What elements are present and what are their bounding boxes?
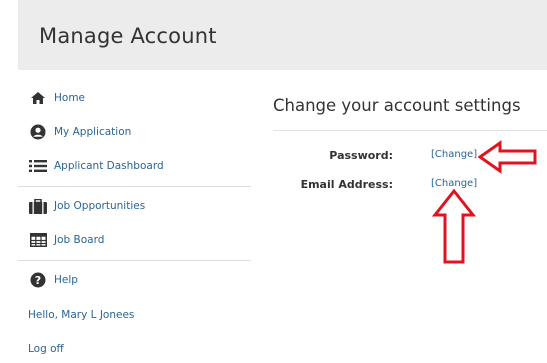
table-icon xyxy=(29,232,47,248)
annotation-arrow-left-icon xyxy=(478,140,537,174)
greeting-link[interactable]: Hello, Mary L Jonees xyxy=(18,301,251,329)
greeting-text: Hello, Mary L Jonees xyxy=(28,309,135,321)
change-email-link[interactable]: [Change] xyxy=(431,178,477,189)
logoff-label: Log off xyxy=(28,343,64,355)
section-divider xyxy=(273,130,547,131)
change-password-link[interactable]: [Change] xyxy=(431,149,477,160)
list-icon xyxy=(29,158,47,174)
sidebar-item-applicant-dashboard[interactable]: Applicant Dashboard xyxy=(18,152,251,180)
password-label: Password: xyxy=(329,149,393,162)
page-title: Manage Account xyxy=(39,24,217,48)
sidebar-item-job-opportunities[interactable]: Job Opportunities xyxy=(18,192,251,220)
email-label: Email Address: xyxy=(300,178,393,191)
annotation-arrow-up-icon xyxy=(432,189,476,264)
help-circle-icon: ? xyxy=(29,272,47,288)
sidebar-item-my-application[interactable]: My Application xyxy=(18,118,251,146)
sidebar-item-label: My Application xyxy=(54,126,132,138)
briefcase-icon xyxy=(29,198,47,214)
home-icon xyxy=(29,90,47,106)
sidebar-item-help[interactable]: ? Help xyxy=(18,266,251,294)
sidebar-item-label: Job Opportunities xyxy=(54,200,146,212)
section-title: Change your account settings xyxy=(273,96,521,115)
sidebar-item-job-board[interactable]: Job Board xyxy=(18,226,251,254)
sidebar-item-label: Job Board xyxy=(54,234,105,246)
sidebar-item-label: Applicant Dashboard xyxy=(54,160,164,172)
sidebar-item-label: Help xyxy=(54,274,78,286)
page-header: Manage Account xyxy=(18,0,547,70)
sidebar-item-home[interactable]: Home xyxy=(18,84,251,112)
sidebar-divider xyxy=(18,186,251,187)
user-circle-icon xyxy=(29,124,47,140)
sidebar-item-label: Home xyxy=(54,92,86,104)
sidebar-divider xyxy=(18,260,251,261)
svg-text:?: ? xyxy=(35,274,41,287)
